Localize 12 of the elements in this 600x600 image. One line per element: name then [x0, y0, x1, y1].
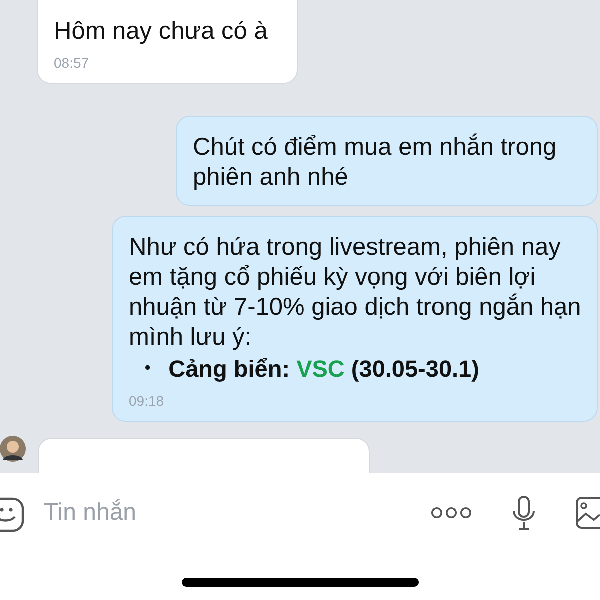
- message-text: Hôm nay chưa có à: [54, 17, 269, 47]
- message-time: 09:18: [129, 393, 166, 409]
- image-icon[interactable]: [576, 496, 600, 530]
- emoji-icon[interactable]: [0, 497, 24, 533]
- message-text: Chút có điểm mua em nhắn trong phiên anh nhé: [193, 133, 558, 193]
- microphone-icon[interactable]: [512, 496, 536, 530]
- message-text: Như có hứa trong livestream, phiên nay em tặng cổ phiếu kỳ vọng với biên lợi nhuận từ 7-10% giao dịch trong ngắn hạn mình lưu ý:: [129, 233, 582, 353]
- more-icon[interactable]: [431, 507, 472, 519]
- avatar-icon[interactable]: [0, 436, 26, 462]
- bullet-item: • Cảng biển: VSC (30.05-30.1): [144, 355, 480, 384]
- message-time: 08:57: [54, 55, 90, 71]
- message-input[interactable]: Tin nhắn: [42, 498, 386, 528]
